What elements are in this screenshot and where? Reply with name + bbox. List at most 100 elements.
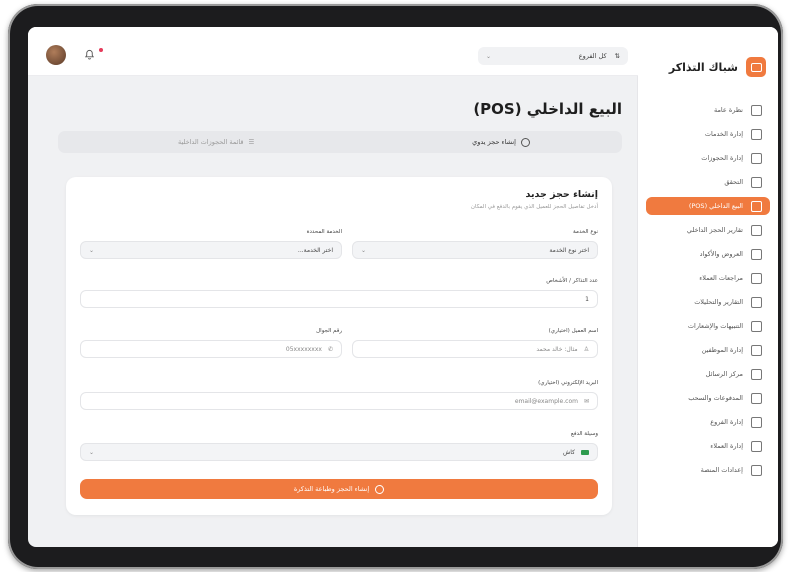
calendar-icon: [751, 152, 762, 164]
tab-manual-booking[interactable]: إنشاء حجز يدوي: [472, 131, 530, 153]
form-title: إنشاء حجز جديد: [525, 189, 598, 200]
sidebar-item[interactable]: المدفوعات والسحب: [646, 389, 770, 407]
settings-icon: [751, 320, 762, 332]
phone-icon: ✆: [327, 345, 333, 353]
sidebar-item[interactable]: إدارة العملاء: [646, 437, 770, 455]
customer-name-input[interactable]: ♙ مثال: خالد محمد: [352, 340, 598, 358]
service-value: اختر الخدمة...: [297, 246, 333, 254]
people-count-input[interactable]: 1: [80, 290, 598, 308]
sidebar-item[interactable]: تقارير الحجز الداخلي: [646, 221, 770, 239]
wallet-icon: [751, 392, 762, 404]
sidebar-item[interactable]: التقارير والتحليلات: [646, 293, 770, 311]
service-label: الخدمة المحددة: [306, 229, 342, 235]
sidebar-item[interactable]: نظرة عامة: [646, 101, 770, 119]
avatar[interactable]: [46, 45, 66, 65]
sidebar-item[interactable]: التحقق: [646, 173, 770, 191]
sidebar-item-label: إدارة الفروع: [710, 418, 743, 426]
payment-label: وسيلة الدفع: [570, 431, 598, 437]
pos-icon: [751, 200, 762, 212]
notification-dot: [99, 48, 103, 52]
sidebar-item[interactable]: مركز الرسائل: [646, 365, 770, 383]
sidebar-item[interactable]: إدارة الموظفين: [646, 341, 770, 359]
bell-icon[interactable]: [84, 49, 95, 60]
email-placeholder: email@example.com: [514, 397, 578, 405]
star-icon: [751, 272, 762, 284]
sidebar-item-label: التحقق: [724, 178, 743, 186]
service-type-value: اختر نوع الخدمة: [549, 246, 589, 254]
service-select[interactable]: اختر الخدمة... ⌄: [80, 241, 342, 259]
tab-label: قائمة الحجوزات الداخلية: [178, 138, 244, 146]
sidebar-item-label: البيع الداخلي (POS): [688, 202, 743, 210]
chevron-down-icon: ⌄: [486, 52, 492, 60]
branch-icon: ⇅: [614, 52, 620, 60]
sidebar-item[interactable]: إعدادات المنصة: [646, 461, 770, 479]
payment-select[interactable]: كاش ⌄: [80, 443, 598, 461]
sidebar-item[interactable]: التنبيهات والإشعارات: [646, 317, 770, 335]
branch-select[interactable]: ⇅ كل الفروع ⌄: [478, 47, 628, 65]
sidebar-item[interactable]: إدارة الخدمات: [646, 125, 770, 143]
sidebar-item-label: إدارة الموظفين: [701, 346, 743, 354]
sidebar-item-label: نظرة عامة: [713, 106, 743, 114]
chevron-down-icon: ⌄: [89, 246, 95, 254]
service-type-select[interactable]: اختر نوع الخدمة ⌄: [352, 241, 598, 259]
sidebar-item[interactable]: البيع الداخلي (POS): [646, 197, 770, 215]
create-booking-button[interactable]: إنشاء الحجز وطباعة التذكرة: [80, 479, 598, 499]
plus-circle-icon: [521, 137, 530, 147]
phone-placeholder: 05xxxxxxxx: [285, 345, 322, 353]
chevron-down-icon: ⌄: [89, 448, 95, 456]
form-subtitle: أدخل تفاصيل الحجز للعميل الذي يقوم بالدف…: [470, 204, 598, 210]
user-icon: ♙: [583, 345, 589, 353]
phone-input[interactable]: ✆ 05xxxxxxxx: [80, 340, 342, 358]
list-icon: ☰: [248, 138, 255, 146]
sidebar-item-label: إدارة الحجوزات: [701, 154, 743, 162]
print-icon: [375, 484, 385, 494]
customers-icon: [751, 440, 762, 452]
customer-name-placeholder: مثال: خالد محمد: [536, 345, 578, 353]
app-screen: شباك التذاكر نظرة عامة إدارة الخدمات إدارة…: [28, 27, 778, 547]
sidebar-item-label: التقارير والتحليلات: [694, 298, 743, 306]
sidebar-item-label: العروض والأكواد: [699, 250, 743, 258]
sidebar-item-label: إعدادات المنصة: [700, 466, 743, 474]
people-count-label: عدد التذاكر / الأشخاص: [546, 278, 598, 284]
sidebar-item-label: تقارير الحجز الداخلي: [686, 226, 743, 234]
create-booking-label: إنشاء الحجز وطباعة التذكرة: [293, 485, 370, 493]
page-title: البيع الداخلي (POS): [473, 100, 622, 118]
people-count-value: 1: [585, 295, 589, 303]
sidebar-item[interactable]: إدارة الفروع: [646, 413, 770, 431]
topbar: ⇅ كل الفروع ⌄: [28, 27, 638, 76]
sidebar-item-label: مركز الرسائل: [705, 370, 743, 378]
tab-internal-bookings[interactable]: ☰ قائمة الحجوزات الداخلية: [178, 131, 254, 153]
sidebar-item-label: مراجعات العملاء: [699, 274, 743, 282]
qr-icon: [751, 176, 762, 188]
chart-icon: [751, 296, 762, 308]
tag-icon: [751, 248, 762, 260]
customer-name-label: اسم العميل (اختياري): [548, 328, 598, 334]
email-label: البريد الإلكتروني (اختياري): [538, 380, 598, 386]
brand-name: شباك التذاكر: [668, 60, 738, 74]
sidebar-item-label: إدارة العملاء: [710, 442, 743, 450]
sidebar-item[interactable]: مراجعات العملاء: [646, 269, 770, 287]
service-type-label: نوع الخدمة: [573, 229, 598, 235]
message-icon: [751, 368, 762, 380]
booking-form-card: إنشاء حجز جديد أدخل تفاصيل الحجز للعميل …: [66, 177, 612, 515]
branch-icon: [751, 416, 762, 428]
email-input[interactable]: ✉ email@example.com: [80, 392, 598, 410]
mail-icon: ✉: [583, 397, 589, 405]
sidebar-item-label: المدفوعات والسحب: [688, 394, 743, 402]
sidebar-item[interactable]: العروض والأكواد: [646, 245, 770, 263]
chevron-down-icon: ⌄: [361, 246, 367, 254]
tab-label: إنشاء حجز يدوي: [472, 138, 516, 146]
tabs: إنشاء حجز يدوي ☰ قائمة الحجوزات الداخلية: [58, 131, 622, 153]
cash-icon: [581, 449, 589, 455]
branch-select-label: كل الفروع: [578, 52, 607, 60]
sidebar-item-label: التنبيهات والإشعارات: [687, 322, 743, 330]
sidebar: شباك التذاكر نظرة عامة إدارة الخدمات إدارة…: [637, 27, 778, 547]
sidebar-item[interactable]: إدارة الحجوزات: [646, 149, 770, 167]
grid-icon: [751, 104, 762, 116]
briefcase-icon: [751, 128, 762, 140]
payment-value: كاش: [562, 448, 575, 456]
sidebar-nav: نظرة عامة إدارة الخدمات إدارة الحجوزات التح…: [646, 101, 770, 485]
report-icon: [751, 224, 762, 236]
ticket-icon: [746, 57, 766, 77]
gear-icon: [751, 464, 762, 476]
